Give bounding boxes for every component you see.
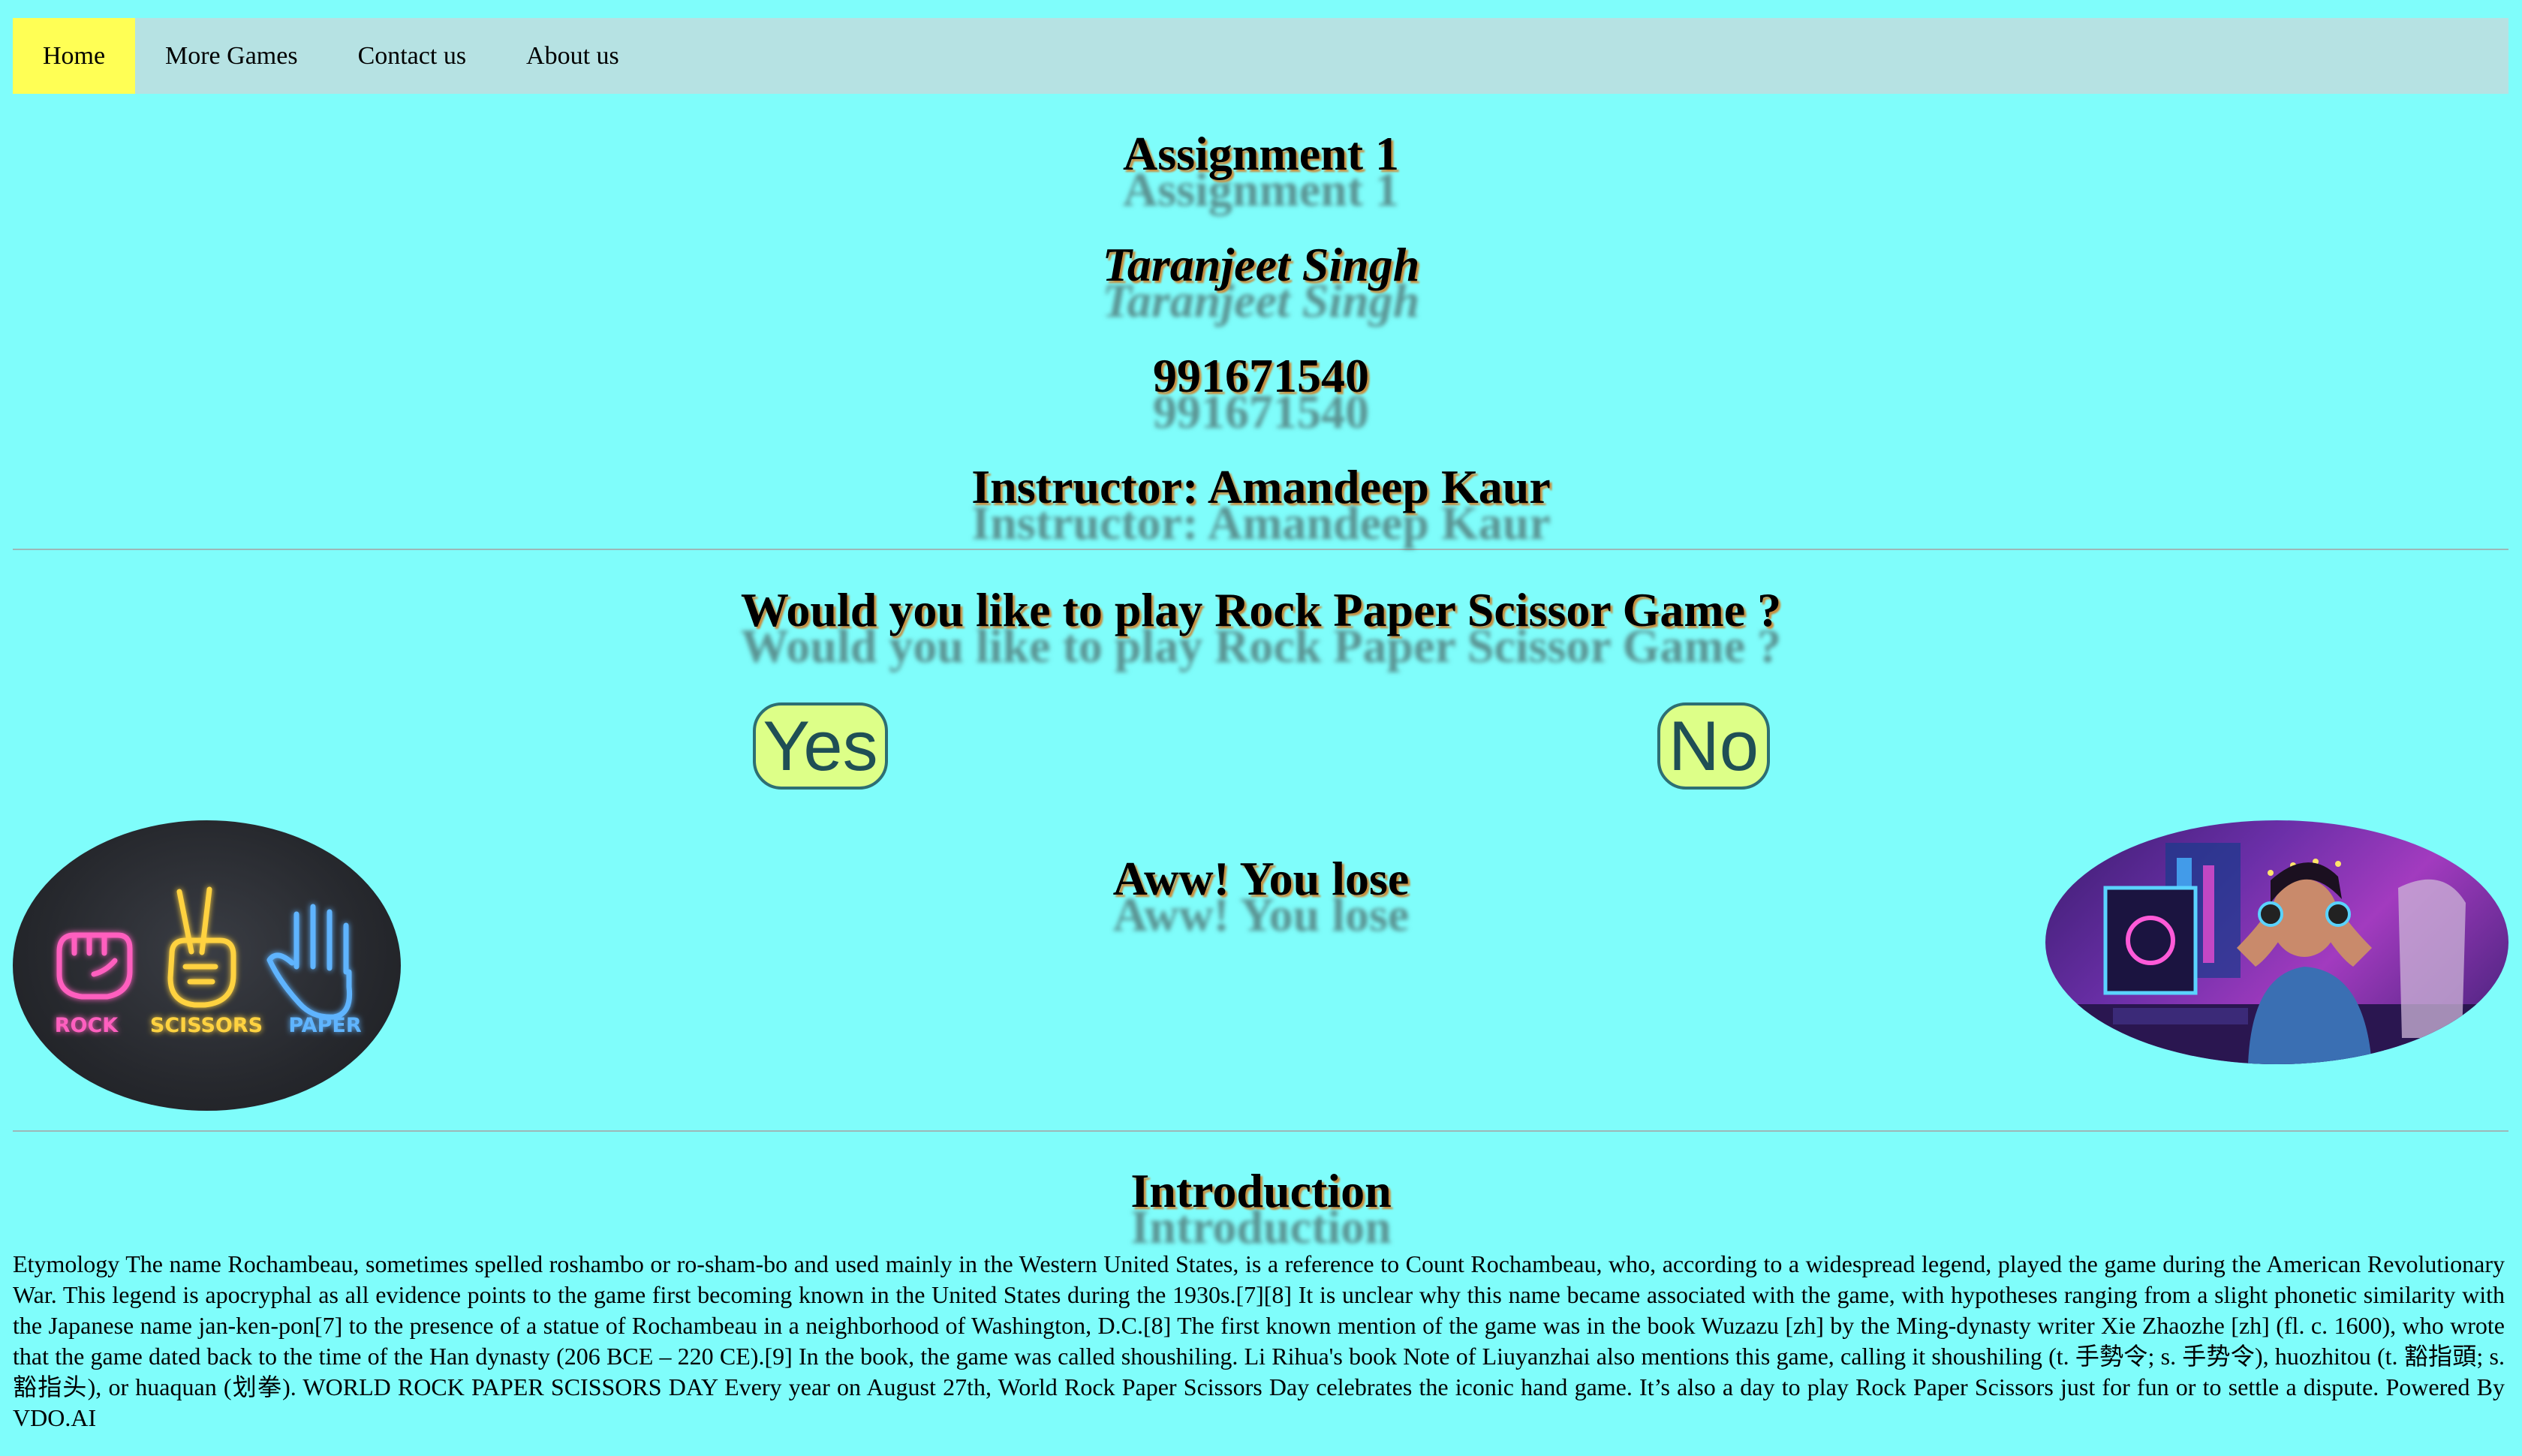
question-heading: Would you like to play Rock Paper Scisso… bbox=[0, 583, 2522, 670]
rps-neon-image: ROCK SCISSORS PAPER bbox=[13, 820, 401, 1111]
no-button[interactable]: No bbox=[1657, 702, 1770, 790]
nav-home[interactable]: Home bbox=[13, 18, 135, 94]
student-name: Taranjeet Singh bbox=[1102, 238, 1420, 291]
instructor-name: Instructor: Amandeep Kaur bbox=[971, 460, 1551, 513]
frustrated-gamer-image bbox=[2045, 820, 2508, 1064]
top-nav: Home More Games Contact us About us bbox=[13, 18, 2508, 94]
introduction-heading: Introduction Introduction bbox=[0, 1164, 2522, 1251]
scissors-label: SCISSORS bbox=[150, 1014, 263, 1037]
divider-bottom bbox=[13, 1130, 2508, 1132]
introduction-title: Introduction bbox=[1130, 1164, 1392, 1217]
rps-neon-art: ROCK SCISSORS PAPER bbox=[55, 886, 362, 1037]
assignment-title: Assignment 1 bbox=[1122, 127, 1400, 180]
assignment-heading: Assignment 1 Assignment 1 bbox=[0, 127, 2522, 214]
student-id-heading: 991671540 991671540 bbox=[0, 349, 2522, 436]
paper-label: PAPER bbox=[288, 1014, 361, 1037]
student-id: 991671540 bbox=[1153, 349, 1369, 402]
student-name-heading: Taranjeet Singh Taranjeet Singh bbox=[0, 238, 2522, 325]
game-question: Would you like to play Rock Paper Scisso… bbox=[740, 583, 1782, 636]
frustrated-gamer-icon bbox=[2045, 843, 2508, 1064]
fist-icon bbox=[56, 932, 133, 1000]
yes-button[interactable]: Yes bbox=[753, 702, 888, 790]
nav-more-games[interactable]: More Games bbox=[135, 18, 328, 94]
rock-label: ROCK bbox=[55, 1014, 119, 1037]
introduction-body: Etymology The name Rochambeau, sometimes… bbox=[13, 1250, 2505, 1431]
nav-about-us[interactable]: About us bbox=[496, 18, 649, 94]
game-result: Aww! You lose bbox=[1112, 852, 1410, 905]
instructor-heading: Instructor: Amandeep Kaur Instructor: Am… bbox=[0, 460, 2522, 547]
nav-contact-us[interactable]: Contact us bbox=[328, 18, 496, 94]
